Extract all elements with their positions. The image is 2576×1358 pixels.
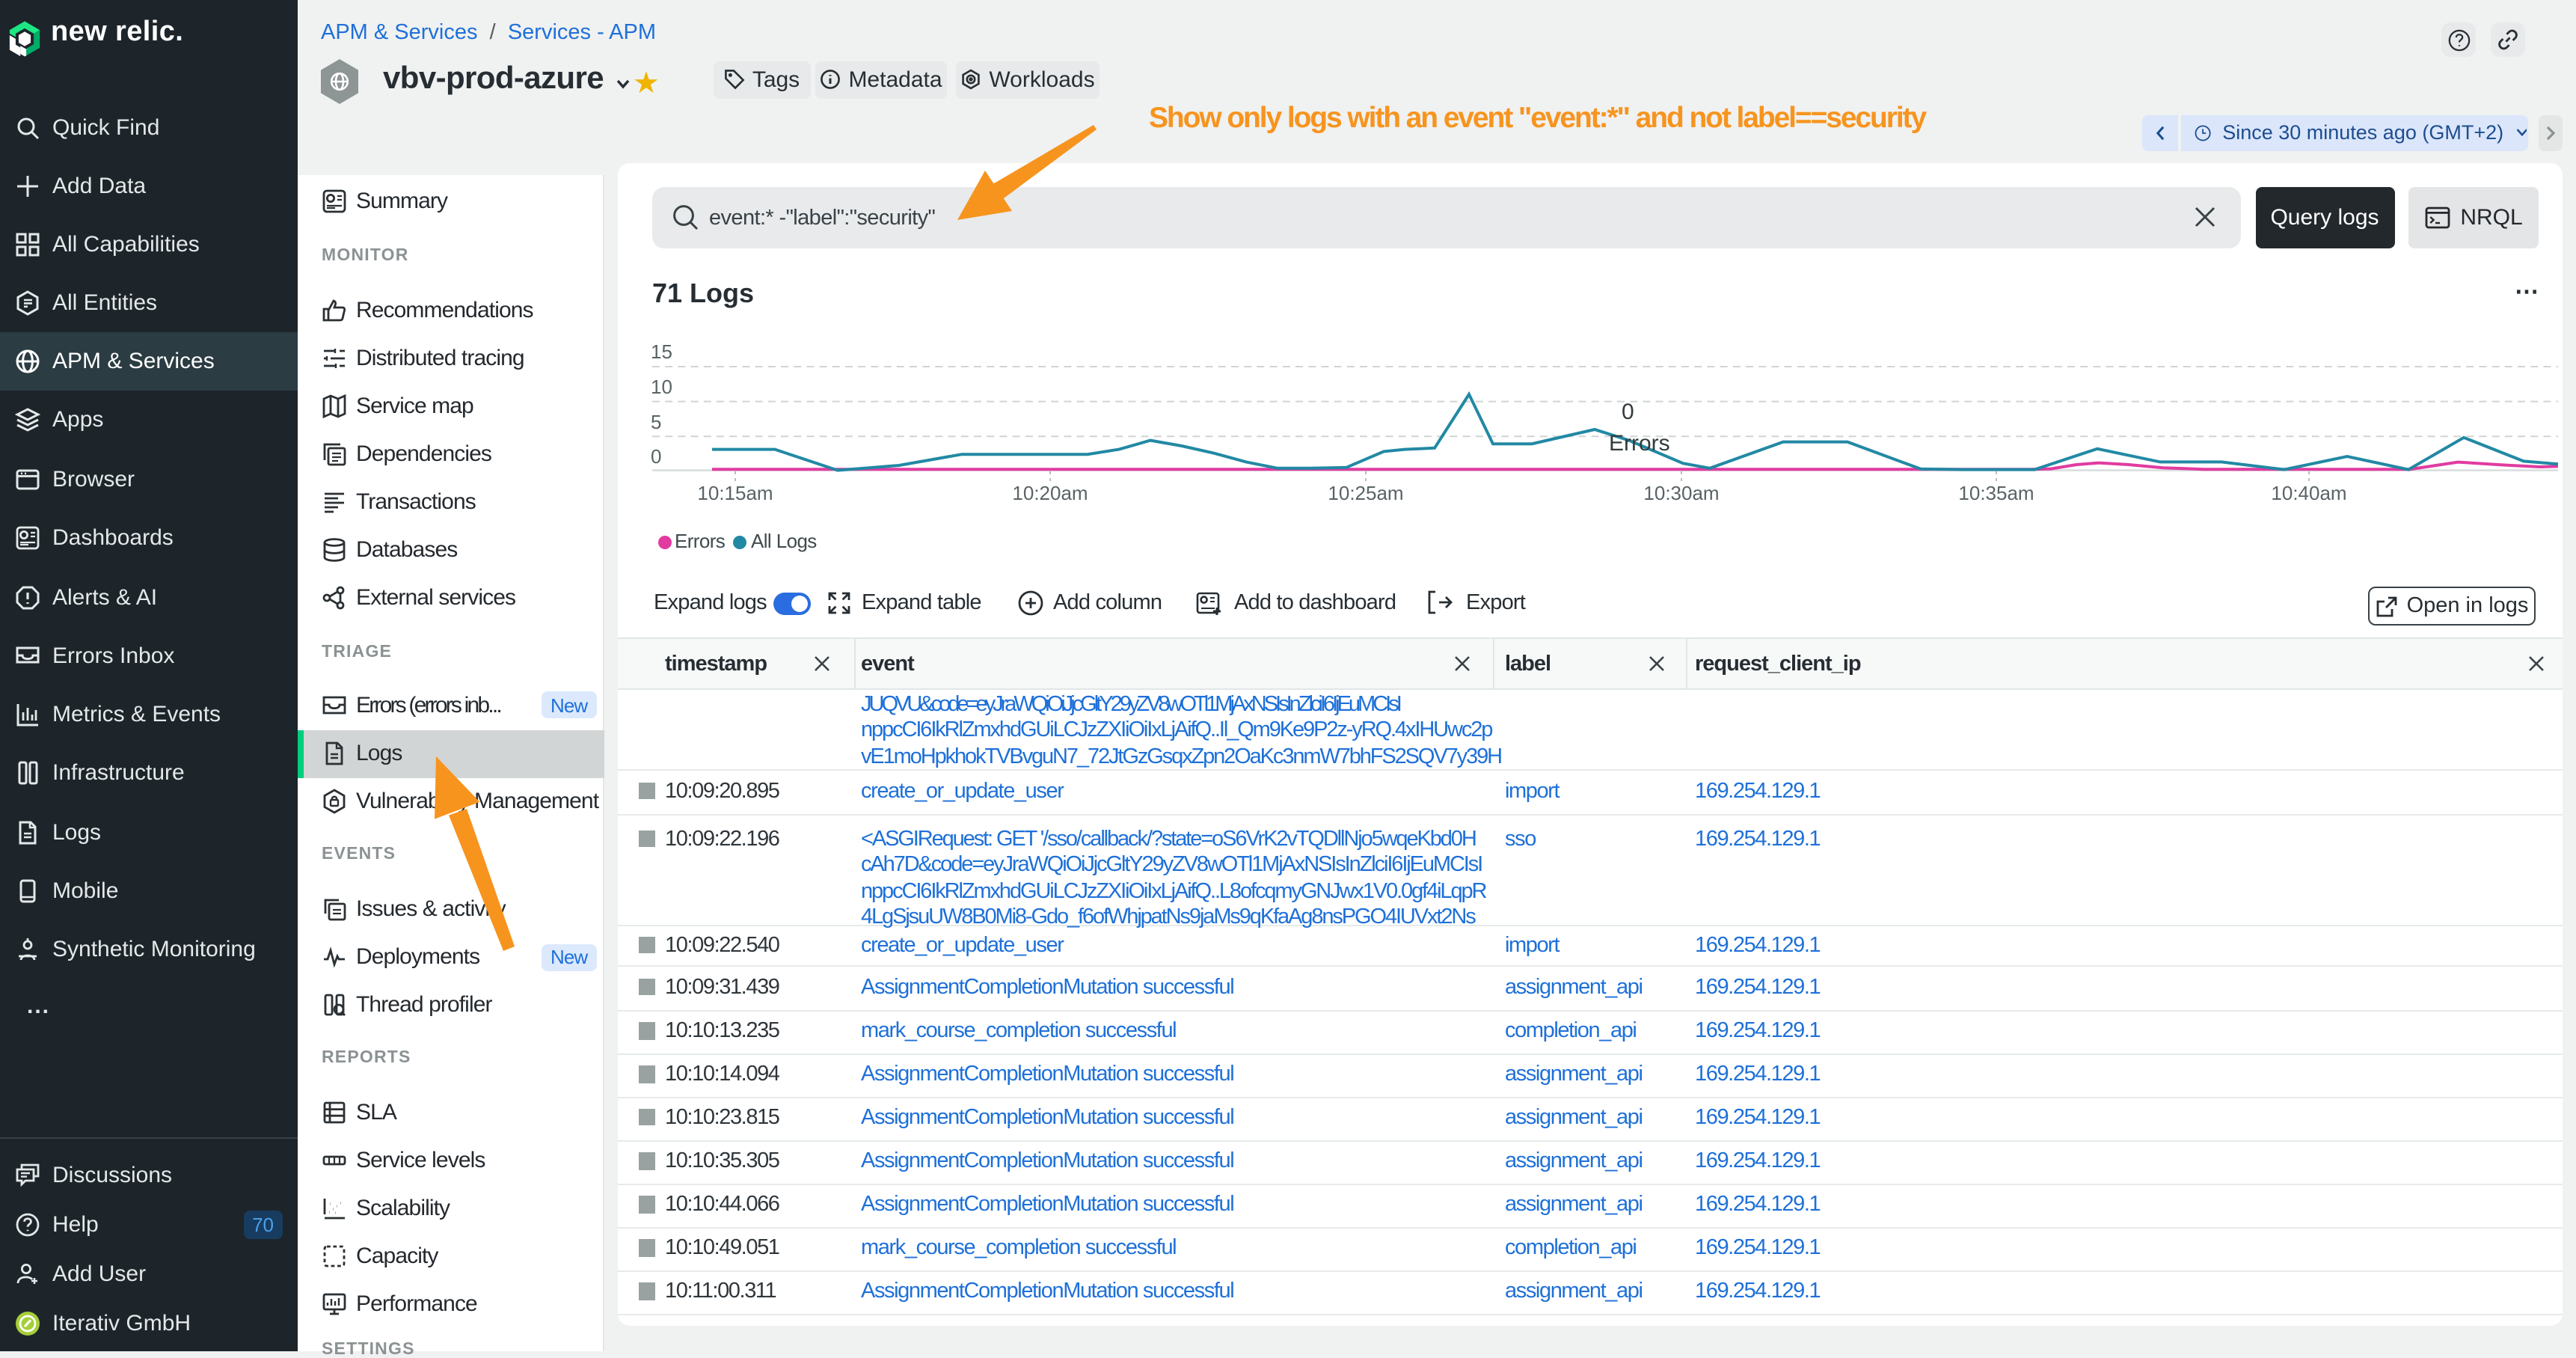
svg-text:10:25am: 10:25am (1328, 482, 1403, 504)
svg-text:15: 15 (651, 340, 672, 363)
svg-text:5: 5 (651, 411, 661, 433)
svg-text:0: 0 (651, 445, 661, 468)
svg-text:Errors: Errors (1609, 431, 1670, 456)
svg-text:10:40am: 10:40am (2271, 482, 2346, 504)
svg-text:10:20am: 10:20am (1012, 482, 1088, 504)
svg-text:0: 0 (1622, 400, 1634, 424)
svg-text:10:35am: 10:35am (1958, 482, 2034, 504)
svg-text:10:15am: 10:15am (697, 482, 773, 504)
svg-text:10: 10 (651, 376, 672, 398)
svg-text:10:30am: 10:30am (1643, 482, 1719, 504)
